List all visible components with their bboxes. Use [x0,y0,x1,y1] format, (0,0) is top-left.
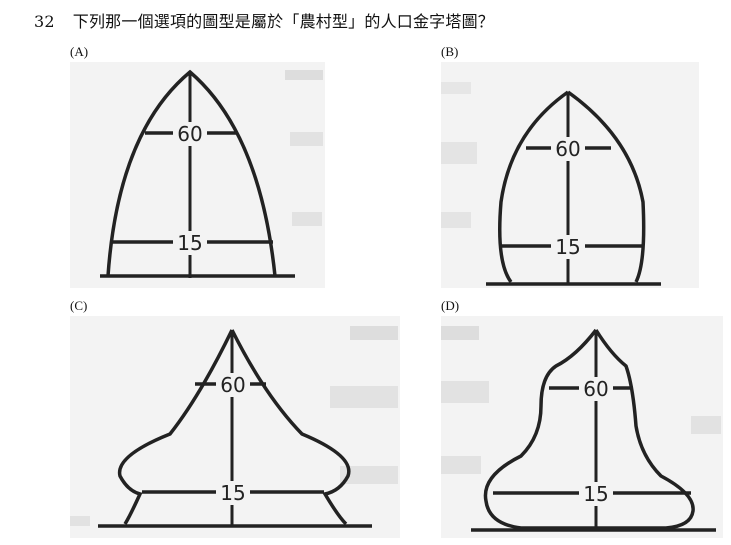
option-b-pyramid[interactable]: 60 15 [441,62,699,288]
question-text: 32 下列那一個選項的圖型是屬於「農村型」的人口金字塔圖？ [34,8,494,32]
question-stem: 下列那一個選項的圖型是屬於「農村型」的人口金字塔圖？ [72,12,494,31]
age-label-15-d: 15 [583,482,608,506]
option-d-pyramid[interactable]: 60 15 [441,316,723,538]
age-label-60-d: 60 [583,377,608,401]
option-b-label[interactable]: (B) [441,44,458,60]
age-label-60-a: 60 [177,122,202,146]
age-label-15-b: 15 [555,235,580,259]
option-c-pyramid[interactable]: 60 15 [70,316,400,538]
age-label-15-c: 15 [220,481,245,505]
option-a-pyramid[interactable]: 60 15 [70,62,325,288]
option-d-label[interactable]: (D) [441,298,459,314]
age-label-60-b: 60 [555,137,580,161]
option-c-label[interactable]: (C) [70,298,87,314]
option-a-label[interactable]: (A) [70,44,88,60]
age-label-60-c: 60 [220,373,245,397]
age-label-15-a: 15 [177,231,202,255]
question-number: 32 [34,12,55,31]
